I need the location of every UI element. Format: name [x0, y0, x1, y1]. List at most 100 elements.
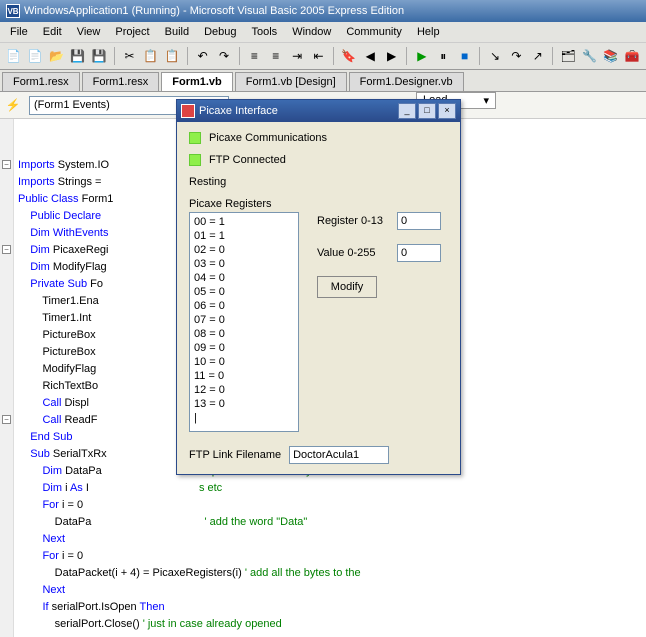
nav-back-icon[interactable]: ⚡ [3, 95, 23, 115]
dialog-title: Picaxe Interface [199, 105, 278, 117]
menu-build[interactable]: Build [159, 24, 195, 40]
minimize-button[interactable]: _ [398, 103, 416, 119]
open-icon[interactable]: 📂 [47, 46, 66, 66]
outdent-icon[interactable]: ⇤ [309, 46, 328, 66]
register-row[interactable]: 09 = 0 [194, 341, 294, 355]
outline-toggle-icon[interactable]: − [2, 415, 11, 424]
register-row[interactable]: 06 = 0 [194, 299, 294, 313]
prevbm-icon[interactable]: ◀ [361, 46, 380, 66]
bookmark-icon[interactable]: 🔖 [339, 46, 358, 66]
class-combo-text: (Form1 Events) [34, 99, 110, 112]
toolbox-icon[interactable]: 🧰 [623, 46, 642, 66]
registers-listbox[interactable]: 00 = 101 = 102 = 003 = 004 = 005 = 006 =… [189, 212, 299, 432]
register-row[interactable]: 07 = 0 [194, 313, 294, 327]
dialog-icon [181, 104, 195, 118]
tab-form1-vb[interactable]: Form1.vb [161, 72, 233, 91]
register-row[interactable]: 02 = 0 [194, 243, 294, 257]
comms-led-icon [189, 132, 201, 144]
code-line[interactable]: If serialPort.IsOpen Then [18, 599, 646, 616]
save-icon[interactable]: 💾 [68, 46, 87, 66]
value-input[interactable] [397, 244, 441, 262]
ftp-filename-label: FTP Link Filename [189, 449, 281, 461]
tab-form1-resx[interactable]: Form1.resx [82, 72, 160, 91]
menu-project[interactable]: Project [109, 24, 155, 40]
redo-icon[interactable]: ↷ [214, 46, 233, 66]
tab-form1-resx[interactable]: Form1.resx [2, 72, 80, 91]
cut-icon[interactable]: ✂ [120, 46, 139, 66]
menubar: FileEditViewProjectBuildDebugToolsWindow… [0, 22, 646, 42]
code-line[interactable]: Next [18, 582, 646, 599]
stepover-icon[interactable]: ↷ [507, 46, 526, 66]
stepinto-icon[interactable]: ↘ [485, 46, 504, 66]
code-line[interactable]: serialPort.Close() ' just in case alread… [18, 616, 646, 633]
register-row[interactable]: 10 = 0 [194, 355, 294, 369]
tab-form1-designer-vb[interactable]: Form1.Designer.vb [349, 72, 464, 91]
code-line[interactable]: For i = 0 [18, 497, 646, 514]
window-title: WindowsApplication1 (Running) - Microsof… [24, 5, 404, 17]
menu-tools[interactable]: Tools [246, 24, 284, 40]
register-row[interactable]: 13 = 0 [194, 397, 294, 411]
modify-button[interactable]: Modify [317, 276, 377, 298]
value-field-label: Value 0-255 [317, 247, 391, 259]
add-item-icon[interactable]: 📄 [25, 46, 44, 66]
uncomment-icon[interactable]: ≡ [266, 46, 285, 66]
register-row[interactable]: 00 = 1 [194, 215, 294, 229]
pause-icon[interactable]: ⏸ [434, 46, 453, 66]
ftp-led-icon [189, 154, 201, 166]
menu-window[interactable]: Window [286, 24, 337, 40]
maximize-button[interactable]: □ [418, 103, 436, 119]
ftp-filename-input[interactable] [289, 446, 389, 464]
register-row[interactable]: 05 = 0 [194, 285, 294, 299]
code-gutter [0, 119, 14, 637]
app-icon: VB [6, 4, 20, 18]
register-row[interactable]: 01 = 1 [194, 229, 294, 243]
menu-community[interactable]: Community [340, 24, 408, 40]
outline-toggle-icon[interactable]: − [2, 245, 11, 254]
toolbar: 📄 📄 📂 💾 💾 ✂ 📋 📋 ↶ ↷ ≡ ≡ ⇥ ⇤ 🔖 ◀ ▶ ▶ ⏸ ■ … [0, 42, 646, 70]
register-row[interactable]: 03 = 0 [194, 257, 294, 271]
registers-label: Picaxe Registers [189, 198, 448, 210]
outline-toggle-icon[interactable]: − [2, 160, 11, 169]
window-titlebar: VB WindowsApplication1 (Running) - Micro… [0, 0, 646, 22]
comment-icon[interactable]: ≡ [245, 46, 264, 66]
document-tabs: Form1.resxForm1.resxForm1.vbForm1.vb [De… [0, 70, 646, 92]
saveall-icon[interactable]: 💾 [90, 46, 109, 66]
code-line[interactable]: Dim i As I s etc [18, 480, 646, 497]
paste-icon[interactable]: 📋 [163, 46, 182, 66]
code-line[interactable]: DataPa ' add the word "Data" [18, 514, 646, 531]
register-row[interactable]: 04 = 0 [194, 271, 294, 285]
stepout-icon[interactable]: ↗ [528, 46, 547, 66]
copy-icon[interactable]: 📋 [141, 46, 160, 66]
code-line[interactable]: For i = 0 [18, 548, 646, 565]
register-row[interactable]: 12 = 0 [194, 383, 294, 397]
ftp-label: FTP Connected [209, 154, 286, 166]
new-project-icon[interactable]: 📄 [4, 46, 23, 66]
register-row[interactable]: 08 = 0 [194, 327, 294, 341]
chevron-down-icon: ▾ [483, 94, 489, 107]
start-icon[interactable]: ▶ [412, 46, 431, 66]
close-button[interactable]: × [438, 103, 456, 119]
nextbm-icon[interactable]: ▶ [382, 46, 401, 66]
code-line[interactable]: Next [18, 531, 646, 548]
menu-debug[interactable]: Debug [198, 24, 242, 40]
register-input[interactable] [397, 212, 441, 230]
menu-edit[interactable]: Edit [37, 24, 68, 40]
indent-icon[interactable]: ⇥ [287, 46, 306, 66]
register-row[interactable]: 11 = 0 [194, 369, 294, 383]
menu-view[interactable]: View [71, 24, 107, 40]
listbox-caret: | [194, 411, 294, 425]
dialog-titlebar[interactable]: Picaxe Interface _ □ × [177, 100, 460, 122]
properties-icon[interactable]: 🔧 [580, 46, 599, 66]
stop-icon[interactable]: ■ [455, 46, 474, 66]
solution-icon[interactable]: 🗂 [558, 46, 577, 66]
comms-label: Picaxe Communications [209, 132, 327, 144]
picaxe-dialog: Picaxe Interface _ □ × Picaxe Communicat… [176, 99, 461, 475]
menu-help[interactable]: Help [411, 24, 446, 40]
tab-form1-vb-design-[interactable]: Form1.vb [Design] [235, 72, 347, 91]
objbrowser-icon[interactable]: 📚 [601, 46, 620, 66]
code-line[interactable]: DataPacket(i + 4) = PicaxeRegisters(i) '… [18, 565, 646, 582]
menu-file[interactable]: File [4, 24, 34, 40]
register-field-label: Register 0-13 [317, 215, 391, 227]
undo-icon[interactable]: ↶ [193, 46, 212, 66]
resting-label: Resting [189, 176, 226, 188]
